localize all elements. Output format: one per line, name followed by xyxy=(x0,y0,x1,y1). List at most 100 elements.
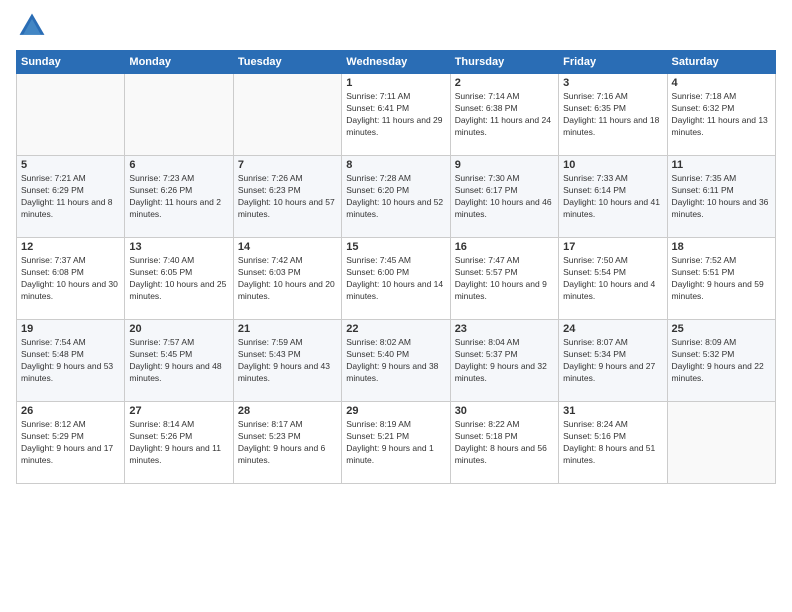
day-number: 5 xyxy=(21,159,120,171)
day-cell: 9 Sunrise: 7:30 AMSunset: 6:17 PMDaylight… xyxy=(450,156,558,238)
day-number: 23 xyxy=(455,323,554,335)
day-number: 25 xyxy=(672,323,771,335)
day-info: Sunrise: 7:23 AMSunset: 6:26 PMDaylight:… xyxy=(129,173,228,221)
week-row-4: 19 Sunrise: 7:54 AMSunset: 5:48 PMDayligh… xyxy=(17,320,776,402)
week-row-1: 1Sunrise: 7:11 AMSunset: 6:41 PMDaylight… xyxy=(17,74,776,156)
week-row-2: 5Sunrise: 7:21 AMSunset: 6:29 PMDaylight… xyxy=(17,156,776,238)
day-number: 24 xyxy=(563,323,662,335)
day-cell: 10 Sunrise: 7:33 AMSunset: 6:14 PMDayligh… xyxy=(559,156,667,238)
day-number: 19 xyxy=(21,323,120,335)
day-cell xyxy=(667,402,775,484)
day-cell: 2 Sunrise: 7:14 AMSunset: 6:38 PMDaylight… xyxy=(450,74,558,156)
day-number: 18 xyxy=(672,241,771,253)
day-cell: 21Sunrise: 7:59 AMSunset: 5:43 PMDayligh… xyxy=(233,320,341,402)
weekday-header-tuesday: Tuesday xyxy=(233,51,341,74)
day-cell: 5Sunrise: 7:21 AMSunset: 6:29 PMDaylight… xyxy=(17,156,125,238)
day-info: Sunrise: 7:26 AMSunset: 6:23 PMDaylight:… xyxy=(238,173,337,221)
day-number: 2 xyxy=(455,77,554,89)
day-info: Sunrise: 8:07 AMSunset: 5:34 PMDaylight:… xyxy=(563,337,662,385)
day-cell: 15 Sunrise: 7:45 AMSunset: 6:00 PMDayligh… xyxy=(342,238,450,320)
day-info: Sunrise: 8:17 AMSunset: 5:23 PMDaylight:… xyxy=(238,419,337,467)
day-info: Sunrise: 8:22 AMSunset: 5:18 PMDaylight:… xyxy=(455,419,554,467)
day-info: Sunrise: 7:47 AMSunset: 5:57 PMDaylight:… xyxy=(455,255,554,303)
day-cell xyxy=(17,74,125,156)
day-info: Sunrise: 7:57 AMSunset: 5:45 PMDaylight:… xyxy=(129,337,228,385)
page: SundayMondayTuesdayWednesdayThursdayFrid… xyxy=(0,0,792,612)
day-cell: 30 Sunrise: 8:22 AMSunset: 5:18 PMDayligh… xyxy=(450,402,558,484)
day-cell: 29Sunrise: 8:19 AMSunset: 5:21 PMDayligh… xyxy=(342,402,450,484)
day-cell: 18Sunrise: 7:52 AMSunset: 5:51 PMDayligh… xyxy=(667,238,775,320)
weekday-header-friday: Friday xyxy=(559,51,667,74)
weekday-header-wednesday: Wednesday xyxy=(342,51,450,74)
day-number: 22 xyxy=(346,323,445,335)
day-info: Sunrise: 8:02 AMSunset: 5:40 PMDaylight:… xyxy=(346,337,445,385)
day-number: 11 xyxy=(672,159,771,171)
day-number: 31 xyxy=(563,405,662,417)
day-info: Sunrise: 8:12 AMSunset: 5:29 PMDaylight:… xyxy=(21,419,120,467)
day-cell: 11 Sunrise: 7:35 AMSunset: 6:11 PMDayligh… xyxy=(667,156,775,238)
day-info: Sunrise: 7:40 AMSunset: 6:05 PMDaylight:… xyxy=(129,255,228,303)
day-number: 13 xyxy=(129,241,228,253)
weekday-header-thursday: Thursday xyxy=(450,51,558,74)
day-cell: 4Sunrise: 7:18 AMSunset: 6:32 PMDaylight… xyxy=(667,74,775,156)
day-number: 16 xyxy=(455,241,554,253)
day-cell: 26 Sunrise: 8:12 AMSunset: 5:29 PMDayligh… xyxy=(17,402,125,484)
day-info: Sunrise: 7:35 AMSunset: 6:11 PMDaylight:… xyxy=(672,173,771,221)
day-info: Sunrise: 7:54 AMSunset: 5:48 PMDaylight:… xyxy=(21,337,120,385)
day-number: 9 xyxy=(455,159,554,171)
day-cell: 23Sunrise: 8:04 AMSunset: 5:37 PMDayligh… xyxy=(450,320,558,402)
day-cell: 12Sunrise: 7:37 AMSunset: 6:08 PMDayligh… xyxy=(17,238,125,320)
day-info: Sunrise: 7:16 AMSunset: 6:35 PMDaylight:… xyxy=(563,91,662,139)
day-number: 14 xyxy=(238,241,337,253)
day-cell: 19 Sunrise: 7:54 AMSunset: 5:48 PMDayligh… xyxy=(17,320,125,402)
day-cell: 14 Sunrise: 7:42 AMSunset: 6:03 PMDayligh… xyxy=(233,238,341,320)
day-info: Sunrise: 7:42 AMSunset: 6:03 PMDaylight:… xyxy=(238,255,337,303)
day-number: 8 xyxy=(346,159,445,171)
week-row-5: 26 Sunrise: 8:12 AMSunset: 5:29 PMDayligh… xyxy=(17,402,776,484)
day-info: Sunrise: 8:14 AMSunset: 5:26 PMDaylight:… xyxy=(129,419,228,467)
day-cell xyxy=(125,74,233,156)
day-number: 28 xyxy=(238,405,337,417)
day-cell: 27 Sunrise: 8:14 AMSunset: 5:26 PMDayligh… xyxy=(125,402,233,484)
day-info: Sunrise: 7:14 AMSunset: 6:38 PMDaylight:… xyxy=(455,91,554,139)
logo xyxy=(16,10,52,42)
day-info: Sunrise: 8:19 AMSunset: 5:21 PMDaylight:… xyxy=(346,419,445,467)
day-cell: 6Sunrise: 7:23 AMSunset: 6:26 PMDaylight… xyxy=(125,156,233,238)
day-number: 4 xyxy=(672,77,771,89)
day-number: 26 xyxy=(21,405,120,417)
day-cell: 3 Sunrise: 7:16 AMSunset: 6:35 PMDaylight… xyxy=(559,74,667,156)
day-number: 15 xyxy=(346,241,445,253)
calendar-table: SundayMondayTuesdayWednesdayThursdayFrid… xyxy=(16,50,776,484)
day-cell: 25 Sunrise: 8:09 AMSunset: 5:32 PMDayligh… xyxy=(667,320,775,402)
day-number: 12 xyxy=(21,241,120,253)
weekday-header-row: SundayMondayTuesdayWednesdayThursdayFrid… xyxy=(17,51,776,74)
day-cell: 13 Sunrise: 7:40 AMSunset: 6:05 PMDayligh… xyxy=(125,238,233,320)
day-cell: 31 Sunrise: 8:24 AMSunset: 5:16 PMDayligh… xyxy=(559,402,667,484)
day-number: 10 xyxy=(563,159,662,171)
day-cell: 22 Sunrise: 8:02 AMSunset: 5:40 PMDayligh… xyxy=(342,320,450,402)
day-info: Sunrise: 7:33 AMSunset: 6:14 PMDaylight:… xyxy=(563,173,662,221)
day-cell: 28 Sunrise: 8:17 AMSunset: 5:23 PMDayligh… xyxy=(233,402,341,484)
weekday-header-monday: Monday xyxy=(125,51,233,74)
logo-icon xyxy=(16,10,48,42)
day-info: Sunrise: 7:30 AMSunset: 6:17 PMDaylight:… xyxy=(455,173,554,221)
day-cell: 8 Sunrise: 7:28 AMSunset: 6:20 PMDaylight… xyxy=(342,156,450,238)
day-number: 27 xyxy=(129,405,228,417)
day-number: 20 xyxy=(129,323,228,335)
weekday-header-saturday: Saturday xyxy=(667,51,775,74)
day-number: 1 xyxy=(346,77,445,89)
day-info: Sunrise: 8:24 AMSunset: 5:16 PMDaylight:… xyxy=(563,419,662,467)
week-row-3: 12Sunrise: 7:37 AMSunset: 6:08 PMDayligh… xyxy=(17,238,776,320)
day-cell: 20 Sunrise: 7:57 AMSunset: 5:45 PMDayligh… xyxy=(125,320,233,402)
day-cell: 24 Sunrise: 8:07 AMSunset: 5:34 PMDayligh… xyxy=(559,320,667,402)
weekday-header-sunday: Sunday xyxy=(17,51,125,74)
day-info: Sunrise: 8:09 AMSunset: 5:32 PMDaylight:… xyxy=(672,337,771,385)
day-cell: 17Sunrise: 7:50 AMSunset: 5:54 PMDayligh… xyxy=(559,238,667,320)
day-number: 17 xyxy=(563,241,662,253)
day-cell: 1Sunrise: 7:11 AMSunset: 6:41 PMDaylight… xyxy=(342,74,450,156)
day-number: 30 xyxy=(455,405,554,417)
day-info: Sunrise: 7:45 AMSunset: 6:00 PMDaylight:… xyxy=(346,255,445,303)
day-info: Sunrise: 7:28 AMSunset: 6:20 PMDaylight:… xyxy=(346,173,445,221)
day-number: 3 xyxy=(563,77,662,89)
day-number: 21 xyxy=(238,323,337,335)
